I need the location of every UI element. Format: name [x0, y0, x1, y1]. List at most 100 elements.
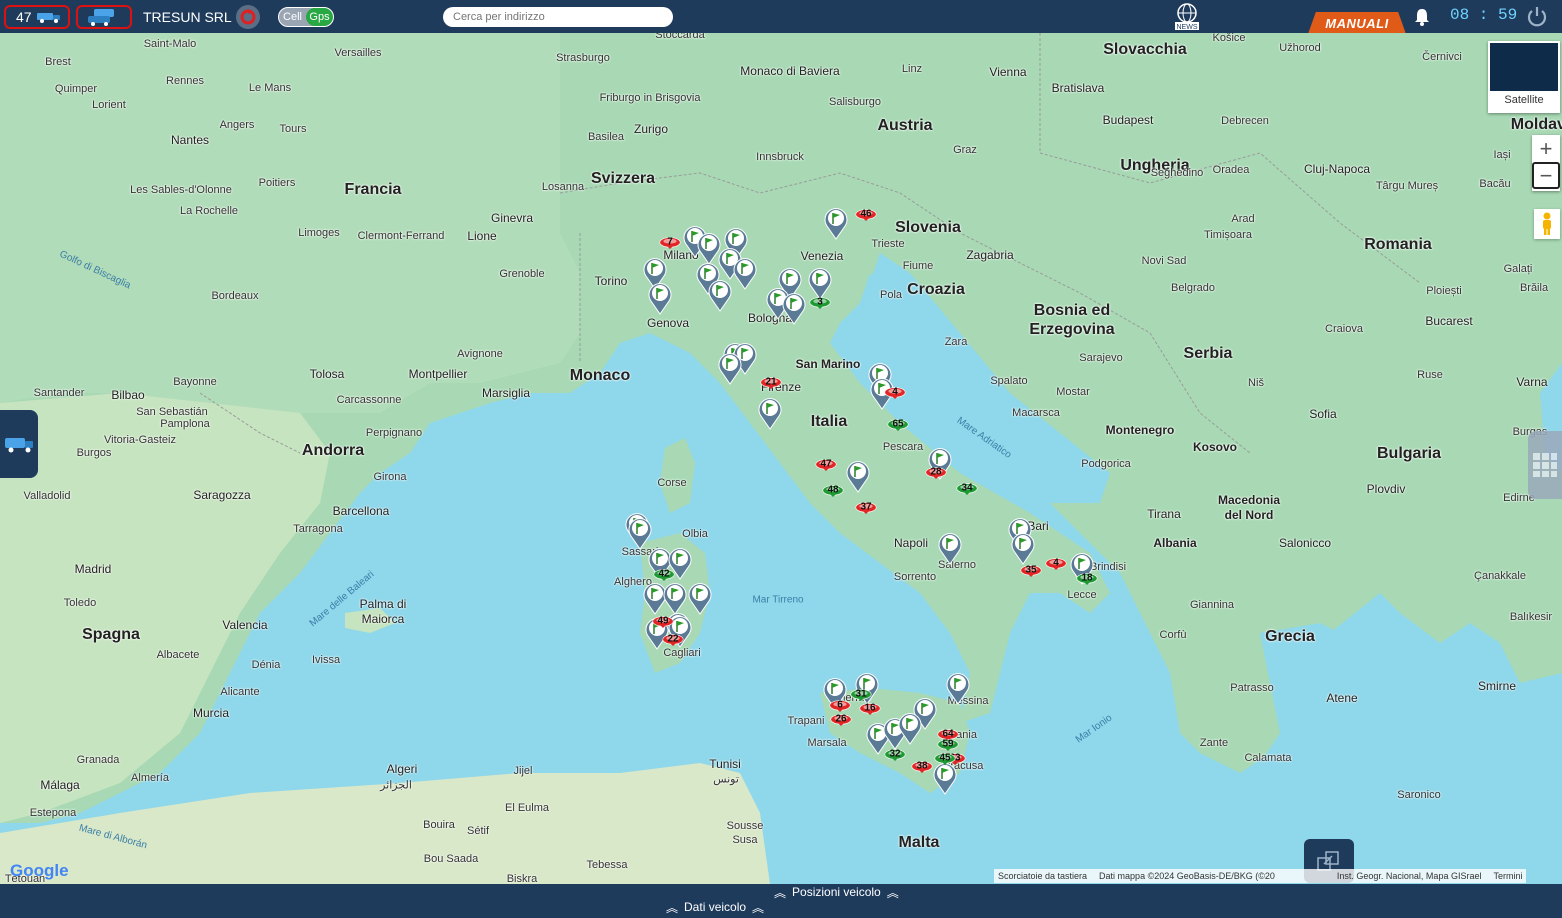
label-city: Avignone [457, 348, 503, 360]
bottom-bar: ︽ Posizioni veicolo ︽ ︽ Dati veicolo ︽ [0, 884, 1562, 918]
label-city: Balıkesir [1509, 611, 1553, 623]
label-city: Stoccarda [655, 33, 705, 41]
toggle-gps[interactable]: Gps [306, 8, 333, 26]
flag-marker-icon[interactable] [717, 351, 743, 385]
label-city: Tunisi [709, 757, 741, 771]
label-city: Linz [901, 63, 923, 75]
label-city: Jijel [513, 765, 533, 777]
label-andorra: Andorra [301, 442, 365, 459]
label-city: Venezia [800, 249, 844, 263]
flag-marker-icon[interactable] [687, 581, 713, 615]
clock-minutes: 59 [1498, 6, 1518, 24]
label-city: Marsiglia [481, 386, 531, 400]
zoom-in-button[interactable]: + [1532, 135, 1560, 162]
vehicle-panel-toggle[interactable] [0, 410, 38, 478]
power-icon[interactable] [1524, 4, 1550, 30]
positions-tab[interactable]: ︽ Posizioni veicolo ︽ [774, 884, 899, 900]
label-city: Palma di [359, 597, 407, 611]
label-city: Trieste [871, 238, 905, 250]
green-marker-number: 3 [817, 296, 823, 308]
notification-bell-icon[interactable] [1412, 7, 1432, 27]
street-view-pegman[interactable] [1534, 209, 1560, 239]
keyboard-shortcuts-link[interactable]: Scorciatoie da tastiera [998, 871, 1087, 881]
label-city: Málaga [40, 778, 80, 792]
flag-marker-icon[interactable] [707, 278, 733, 312]
flag-marker-icon[interactable] [845, 459, 871, 493]
flag-marker-icon[interactable] [757, 396, 783, 430]
label-city: Brest [45, 56, 71, 68]
label-san-marino: San Marino [795, 357, 861, 371]
green-marker-number: 42 [658, 568, 670, 580]
satellite-toggle[interactable]: Satellite [1488, 41, 1560, 113]
grid-panel-toggle[interactable] [1528, 431, 1562, 499]
label-city: Valladolid [23, 490, 71, 502]
label-city: Tours [279, 123, 307, 135]
green-marker-number: 48 [827, 484, 839, 496]
sea-label: Mar Tirreno [752, 594, 804, 606]
label-city: Napoli [893, 536, 929, 550]
red-marker-number: 22 [667, 633, 679, 645]
label-city: Alicante [220, 686, 260, 698]
red-marker-number: 37 [860, 501, 872, 513]
red-marker-number: 28 [930, 466, 942, 478]
label-city: Vienna [989, 65, 1027, 79]
refresh-icon [240, 9, 256, 25]
label-macedonia-2: del Nord [1224, 508, 1274, 522]
label-city: Quimper [54, 83, 98, 95]
grid-icon [1533, 453, 1557, 477]
flag-marker-icon[interactable] [781, 291, 807, 325]
terms-link[interactable]: Termini [1493, 871, 1522, 881]
address-search-input[interactable] [443, 7, 673, 27]
flag-marker-icon[interactable] [627, 516, 653, 550]
flag-marker-icon[interactable] [937, 531, 963, 565]
label-svizzera: Svizzera [590, 170, 656, 187]
toggle-cell[interactable]: Cell [279, 8, 306, 26]
label-city: Bucarest [1425, 314, 1473, 328]
label-city: Grenoble [499, 268, 545, 280]
label-grecia: Grecia [1265, 628, 1315, 645]
label-kosovo: Kosovo [1192, 440, 1238, 454]
flag-marker-icon[interactable] [823, 206, 849, 240]
cell-gps-toggle[interactable]: Cell Gps [278, 7, 334, 27]
label-city: Košice [1212, 33, 1246, 44]
vehicle-data-tab[interactable]: ︽ Dati veicolo ︽ [666, 898, 764, 916]
zoom-control: + − [1532, 135, 1560, 191]
map-attribution: Scorciatoie da tastiera Dati mappa ©2024… [994, 869, 1527, 883]
label-city: Losanna [541, 181, 585, 193]
label-city: Bordeaux [211, 290, 259, 302]
label-city: Iași [1493, 149, 1511, 161]
zoom-out-button[interactable]: − [1532, 162, 1560, 189]
label-city: Vitoria-Gasteiz [104, 434, 176, 446]
label-city: Monaco di Baviera [740, 64, 840, 78]
label-city: Perpignano [365, 427, 423, 439]
label-city: Tirana [1147, 507, 1181, 521]
vehicle-count-button[interactable]: 47 [4, 5, 70, 29]
flag-marker-icon[interactable] [945, 671, 971, 705]
label-city: Strasburgo [556, 52, 610, 64]
sea-label: Corse [657, 477, 687, 489]
news-globe-icon[interactable]: NEWS [1172, 2, 1202, 32]
label-city: Smirne [1477, 679, 1517, 693]
red-marker-number: 4 [892, 386, 898, 398]
flag-marker-icon[interactable] [732, 256, 758, 290]
label-austria: Austria [877, 117, 933, 134]
map-view[interactable]: Slovacchia Austria Ungheria Slovenia Cro… [0, 33, 1562, 884]
label-city: Lorient [92, 99, 126, 111]
label-city: Bacău [1479, 178, 1511, 190]
label-city: Ruse [1417, 369, 1443, 381]
flag-marker-icon[interactable] [647, 281, 673, 315]
label-city: Dénia [251, 659, 281, 671]
label-city: Trapani [787, 715, 825, 727]
label-francia: Francia [344, 181, 402, 198]
label-albania: Albania [1153, 536, 1197, 550]
label-city: Tolosa [309, 367, 345, 381]
label-city: Çanakkale [1474, 570, 1526, 582]
label-city: Oradea [1212, 164, 1250, 176]
fleet-button[interactable] [76, 5, 132, 29]
label-city: Algeri [386, 762, 418, 776]
label-city: Santander [33, 387, 85, 399]
label-city: تونس [713, 773, 739, 786]
refresh-button[interactable] [236, 5, 260, 29]
manuali-button[interactable]: MANUALI [1308, 12, 1406, 34]
label-city: Bou Saada [423, 853, 479, 865]
